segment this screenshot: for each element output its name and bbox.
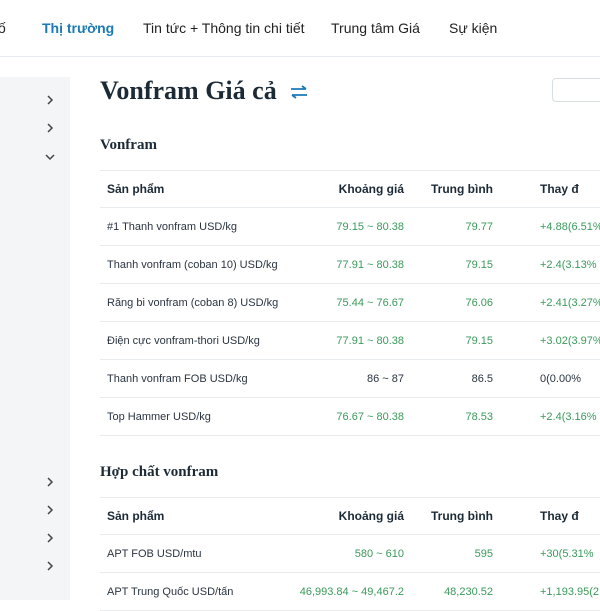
table-row[interactable]: Điện cực vonfram-thori USD/kg 77.91 ~ 80… — [100, 322, 600, 360]
table-row[interactable]: #1 Thanh vonfram USD/kg 79.15 ~ 80.38 79… — [100, 208, 600, 246]
nav-item-price-center[interactable]: Trung tâm Giá — [331, 20, 420, 36]
page-title-text: Vonfram Giá cả — [100, 76, 277, 105]
section-title-tungsten: Vonfram — [100, 137, 157, 153]
chevron-right-icon[interactable] — [45, 505, 55, 515]
price-average: 79.15 — [465, 258, 493, 271]
price-change: +1,193.95(2.54% — [540, 585, 600, 598]
table-row[interactable]: Thanh vonfram FOB USD/kg 86 ~ 87 86.5 0(… — [100, 360, 600, 398]
price-change: +2.41(3.27% — [540, 296, 600, 309]
product-name[interactable]: APT FOB USD/mtu — [107, 548, 202, 560]
table-header: Sản phẩm Khoảng giá Trung bình Thay đ — [100, 170, 600, 208]
price-range: 76.67 ~ 80.38 — [336, 410, 404, 423]
top-navigation: ố Thị trường Tin tức + Thông tin chi tiế… — [0, 0, 600, 57]
price-table-tungsten: Sản phẩm Khoảng giá Trung bình Thay đ #1… — [100, 170, 600, 436]
swap-icon[interactable] — [289, 76, 309, 106]
nav-item-home[interactable]: ố — [0, 20, 6, 36]
header-product: Sản phẩm — [107, 182, 165, 196]
nav-item-events[interactable]: Sự kiện — [449, 20, 497, 36]
price-change: +3.02(3.97% — [540, 334, 600, 347]
header-average: Trung bình — [431, 509, 493, 523]
price-range: 77.91 ~ 80.38 — [336, 334, 404, 347]
table-row[interactable]: Thanh vonfram (coban 10) USD/kg 77.91 ~ … — [100, 246, 600, 284]
price-range: 77.91 ~ 80.38 — [336, 258, 404, 271]
price-change: +30(5.31% — [540, 547, 594, 560]
header-change: Thay đ — [540, 182, 579, 196]
chevron-right-icon[interactable] — [45, 123, 55, 133]
product-name[interactable]: Điện cực vonfram-thori USD/kg — [107, 335, 260, 347]
price-range: 86 ~ 87 — [366, 372, 404, 385]
chevron-right-icon[interactable] — [45, 533, 55, 543]
product-name[interactable]: Thanh vonfram (coban 10) USD/kg — [107, 259, 278, 271]
chevron-right-icon[interactable] — [45, 95, 55, 105]
price-average: 78.53 — [465, 410, 493, 423]
price-change: +2.4(3.13% — [540, 258, 597, 271]
chevron-right-icon[interactable] — [45, 561, 55, 571]
header-product: Sản phẩm — [107, 509, 165, 523]
price-change: 0(0.00% — [540, 372, 581, 385]
price-average: 79.15 — [465, 334, 493, 347]
header-range: Khoảng giá — [338, 182, 404, 196]
table-row[interactable]: APT Trung Quốc USD/tấn 46,993.84 ~ 49,46… — [100, 573, 600, 611]
product-name[interactable]: #1 Thanh vonfram USD/kg — [107, 221, 237, 233]
price-average: 76.06 — [465, 296, 493, 309]
price-range: 46,993.84 ~ 49,467.2 — [299, 585, 404, 598]
price-range: 79.15 ~ 80.38 — [336, 220, 404, 233]
price-change: +2.4(3.16% — [540, 410, 597, 423]
sidebar — [0, 77, 70, 600]
table-row[interactable]: APT FOB USD/mtu 580 ~ 610 595 +30(5.31% — [100, 535, 600, 573]
page-title: Vonfram Giá cả — [100, 76, 309, 106]
chevron-down-icon[interactable] — [45, 152, 55, 162]
chevron-right-icon[interactable] — [45, 477, 55, 487]
product-name[interactable]: APT Trung Quốc USD/tấn — [107, 586, 233, 598]
section-title-tungsten-compounds: Hợp chất vonfram — [100, 464, 219, 480]
price-average: 48,230.52 — [444, 585, 493, 598]
price-range: 580 ~ 610 — [354, 547, 404, 560]
price-average: 595 — [474, 547, 493, 560]
search-box[interactable] — [552, 78, 600, 102]
nav-item-market[interactable]: Thị trường — [42, 20, 114, 36]
price-average: 86.5 — [471, 372, 493, 385]
header-range: Khoảng giá — [338, 509, 404, 523]
price-table-compounds: Sản phẩm Khoảng giá Trung bình Thay đ AP… — [100, 497, 600, 611]
price-change: +4.88(6.51% — [540, 220, 600, 233]
header-average: Trung bình — [431, 182, 493, 196]
header-change: Thay đ — [540, 509, 579, 523]
product-name[interactable]: Top Hammer USD/kg — [107, 411, 211, 423]
table-row[interactable]: Răng bi vonfram (coban 8) USD/kg 75.44 ~… — [100, 284, 600, 322]
table-header: Sản phẩm Khoảng giá Trung bình Thay đ — [100, 497, 600, 535]
table-row[interactable]: Top Hammer USD/kg 76.67 ~ 80.38 78.53 +2… — [100, 398, 600, 436]
price-range: 75.44 ~ 76.67 — [336, 296, 404, 309]
nav-item-news[interactable]: Tin tức + Thông tin chi tiết — [143, 20, 305, 36]
product-name[interactable]: Răng bi vonfram (coban 8) USD/kg — [107, 297, 278, 309]
product-name[interactable]: Thanh vonfram FOB USD/kg — [107, 373, 248, 385]
price-average: 79.77 — [465, 220, 493, 233]
